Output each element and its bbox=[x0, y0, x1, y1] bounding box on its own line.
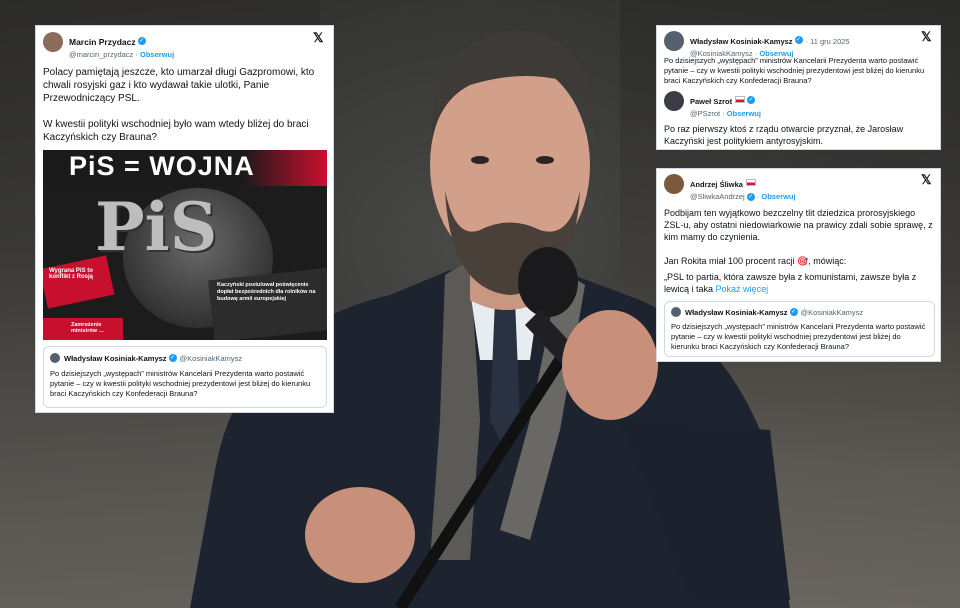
poland-flag-icon bbox=[745, 179, 756, 187]
tweet-text: Polacy pamiętają jeszcze, kto umarzał dł… bbox=[43, 67, 315, 104]
quote-author-name: Władysław Kosiniak-Kamysz bbox=[685, 307, 788, 317]
tweet-header: Marcin Przydacz ✓ @marcin_przydacz · Obse… bbox=[43, 32, 174, 59]
verified-icon: ✓ bbox=[137, 36, 146, 45]
follow-button[interactable]: Obserwuj bbox=[140, 50, 174, 59]
tweet-card-kosiniak-szrot[interactable]: Władysław Kosiniak-Kamysz ✓ · 11 gru 2025 … bbox=[656, 25, 941, 150]
parent-tweet-text: Po dzisiejszych „występach” ministrów Ka… bbox=[664, 56, 925, 85]
tweet-text: Podbijam ten wyjątkowo bezczelny tlit dz… bbox=[664, 208, 933, 242]
avatar bbox=[50, 353, 60, 363]
verified-icon: ✓ bbox=[794, 35, 803, 44]
tweet-text-3: „PSL to partia, która zawsze była z komu… bbox=[664, 271, 936, 295]
avatar bbox=[664, 91, 684, 111]
poster-caption-3: Zamrożenie ministrów … bbox=[71, 322, 105, 334]
avatar bbox=[43, 32, 63, 52]
poster-title: PiS = WOJNA bbox=[69, 151, 255, 181]
poster-logo: PiS bbox=[95, 188, 218, 266]
follow-button[interactable]: Obserwuj bbox=[761, 192, 795, 201]
x-logo-icon: 𝕏 bbox=[921, 172, 932, 187]
verified-icon: ✓ bbox=[747, 95, 756, 104]
avatar bbox=[671, 307, 681, 317]
author-name: Władysław Kosiniak-Kamysz bbox=[690, 37, 793, 46]
x-logo-icon: 𝕏 bbox=[313, 30, 324, 45]
tweet-card-przydacz[interactable]: Marcin Przydacz ✓ @marcin_przydacz · Obse… bbox=[35, 25, 334, 413]
verified-icon: ✓ bbox=[746, 193, 755, 202]
tweet-text-3-body: „PSL to partia, która zawsze była z komu… bbox=[664, 272, 917, 294]
quote-author-name: Władysław Kosiniak-Kamysz bbox=[64, 353, 167, 363]
x-logo-icon: 𝕏 bbox=[921, 29, 932, 44]
verified-icon: ✓ bbox=[789, 308, 798, 316]
reply-author-handle: @PSzrot bbox=[690, 109, 721, 118]
quoted-tweet[interactable]: Władysław Kosiniak-Kamysz ✓ @KosiniakKamy… bbox=[664, 301, 935, 357]
poster-image: PiS = WOJNA PiS Wygrana PiS to konflikt … bbox=[43, 150, 327, 340]
quoted-tweet[interactable]: Władysław Kosiniak-Kamysz ✓ @KosiniakKamy… bbox=[43, 346, 327, 408]
poland-flag-icon bbox=[735, 96, 746, 104]
avatar bbox=[664, 31, 684, 51]
tweet-card-sliwka[interactable]: Andrzej Śliwka @SliwkaAndrzej ✓ · Obserwu… bbox=[656, 168, 941, 362]
quote-text: Po dzisiejszych „występach” ministrów Ka… bbox=[671, 322, 926, 351]
poster-caption-1: Wygrana PiS to konflikt z Rosją bbox=[49, 268, 94, 280]
author-name: Andrzej Śliwka bbox=[690, 180, 743, 189]
follow-button[interactable]: Obserwuj bbox=[727, 109, 761, 118]
reply-text: Po raz pierwszy ktoś z rządu otwarcie pr… bbox=[664, 124, 904, 146]
tweet-date: · 11 gru 2025 bbox=[805, 37, 850, 46]
poster-caption-2: Kaczyński postulował poświęcenie dopłat … bbox=[217, 282, 316, 302]
show-more-link[interactable]: Pokaż więcej bbox=[716, 284, 769, 294]
reply-author-name: Paweł Szrot bbox=[690, 97, 733, 106]
avatar bbox=[664, 174, 684, 194]
verified-icon: ✓ bbox=[168, 354, 177, 362]
tweet-text-2: W kwestii polityki wschodniej było wam w… bbox=[43, 119, 309, 143]
tweet-text-2: Jan Rokita miał 100 procent racji 🎯, mów… bbox=[664, 256, 847, 266]
quote-author-handle: @KosiniakKamysz bbox=[179, 353, 243, 363]
author-handle: @marcin_przydacz bbox=[69, 50, 134, 59]
author-handle: @SliwkaAndrzej bbox=[690, 192, 745, 201]
quote-text: Po dzisiejszych „występach” ministrów Ka… bbox=[50, 369, 311, 398]
quote-author-handle: @KosiniakKamysz bbox=[800, 307, 864, 317]
author-name: Marcin Przydacz bbox=[69, 37, 136, 47]
